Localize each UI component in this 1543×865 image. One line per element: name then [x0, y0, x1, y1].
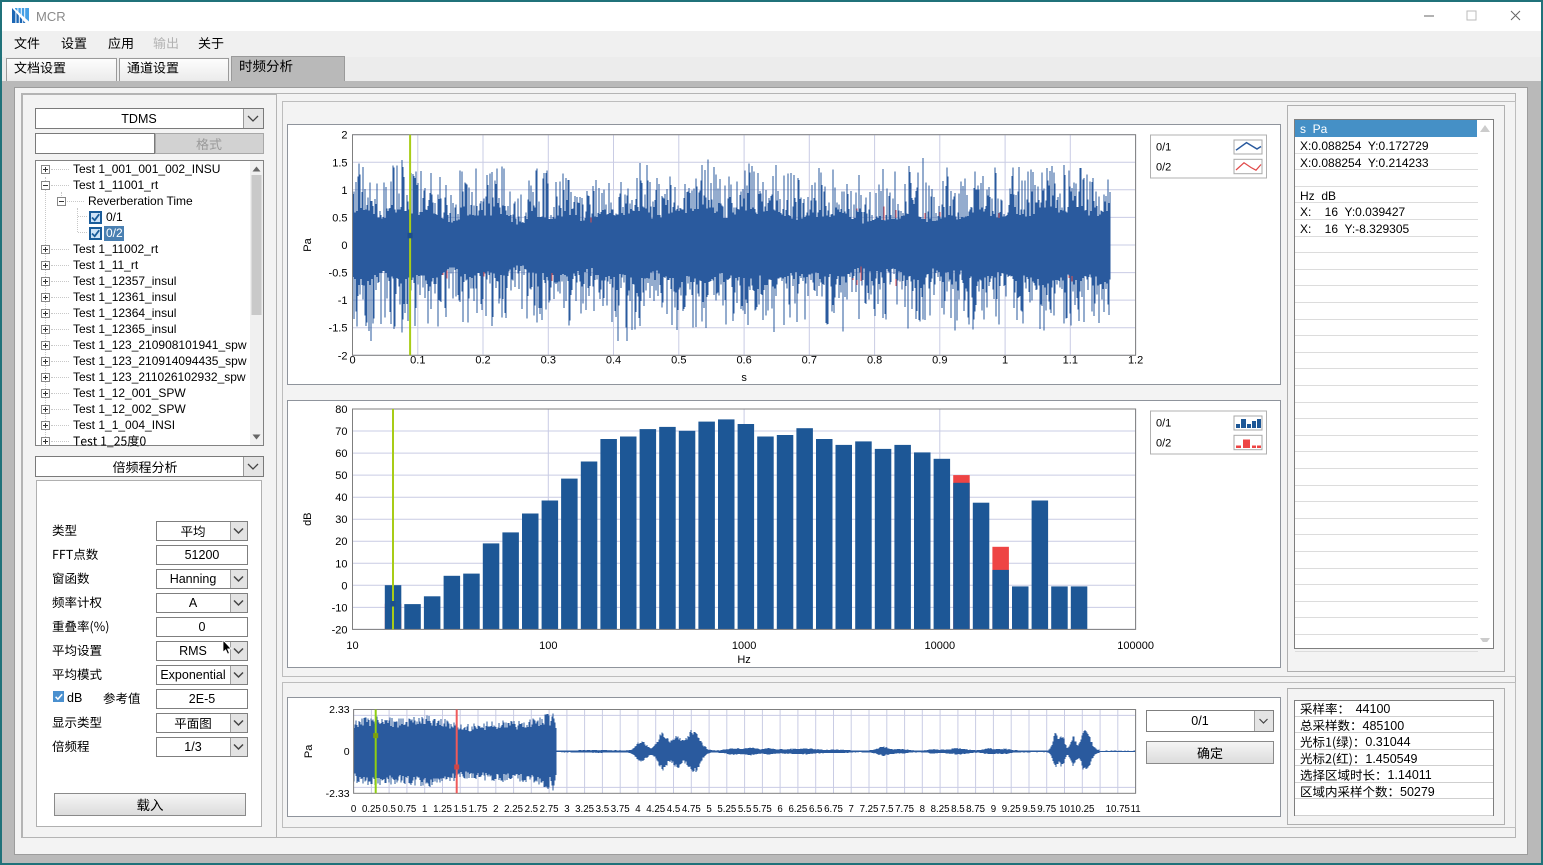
svg-text:1.25: 1.25: [433, 804, 452, 815]
svg-text:8.75: 8.75: [966, 804, 985, 815]
svg-text:60: 60: [335, 448, 347, 460]
svg-text:Hz: Hz: [737, 654, 750, 666]
svg-text:1.2: 1.2: [1128, 355, 1143, 367]
svg-text:dB: dB: [302, 512, 314, 525]
svg-text:2.25: 2.25: [504, 804, 523, 815]
svg-text:9: 9: [991, 804, 996, 815]
svg-text:1.5: 1.5: [332, 157, 347, 169]
svg-text:11: 11: [1131, 804, 1141, 815]
svg-text:7.75: 7.75: [895, 804, 914, 815]
svg-text:0.2: 0.2: [475, 355, 490, 367]
svg-text:1000: 1000: [732, 640, 756, 652]
svg-text:0.8: 0.8: [867, 355, 882, 367]
svg-text:0: 0: [351, 804, 357, 815]
svg-text:9.75: 9.75: [1037, 804, 1056, 815]
svg-text:40: 40: [335, 492, 347, 504]
svg-text:3.25: 3.25: [575, 804, 594, 815]
svg-text:2: 2: [493, 804, 498, 815]
svg-text:100: 100: [539, 640, 557, 652]
svg-text:3.75: 3.75: [611, 804, 630, 815]
svg-text:50: 50: [335, 470, 347, 482]
svg-text:7.25: 7.25: [860, 804, 879, 815]
svg-text:5.5: 5.5: [738, 804, 751, 815]
svg-text:10000: 10000: [925, 640, 956, 652]
svg-text:1: 1: [1002, 355, 1008, 367]
svg-text:2: 2: [341, 130, 347, 142]
svg-text:0.4: 0.4: [606, 355, 621, 367]
svg-text:0.1: 0.1: [410, 355, 425, 367]
svg-text:10: 10: [335, 558, 347, 570]
svg-text:8.25: 8.25: [931, 804, 950, 815]
svg-text:0/2: 0/2: [1156, 162, 1171, 174]
svg-text:-10: -10: [332, 602, 348, 614]
svg-text:1: 1: [422, 804, 427, 815]
svg-text:3: 3: [564, 804, 569, 815]
svg-text:5: 5: [706, 804, 711, 815]
svg-text:5.75: 5.75: [753, 804, 772, 815]
svg-text:20: 20: [335, 536, 347, 548]
svg-text:-1.5: -1.5: [329, 323, 348, 335]
svg-text:0.5: 0.5: [671, 355, 686, 367]
svg-text:0.9: 0.9: [932, 355, 947, 367]
svg-text:70: 70: [335, 426, 347, 438]
svg-text:2.5: 2.5: [525, 804, 538, 815]
svg-text:2.33: 2.33: [329, 704, 350, 716]
svg-text:4.75: 4.75: [682, 804, 701, 815]
svg-text:8.5: 8.5: [951, 804, 964, 815]
svg-text:30: 30: [335, 514, 347, 526]
svg-text:8: 8: [920, 804, 925, 815]
svg-text:1.5: 1.5: [453, 804, 466, 815]
svg-text:0: 0: [349, 355, 355, 367]
svg-text:0/2: 0/2: [1156, 438, 1171, 450]
svg-text:-1: -1: [338, 295, 348, 307]
svg-text:100000: 100000: [1117, 640, 1154, 652]
svg-text:Pa: Pa: [302, 237, 314, 251]
svg-text:6.25: 6.25: [788, 804, 807, 815]
svg-text:0.5: 0.5: [382, 804, 395, 815]
svg-text:0.25: 0.25: [362, 804, 381, 815]
svg-text:6: 6: [777, 804, 782, 815]
svg-text:1.75: 1.75: [469, 804, 488, 815]
svg-text:s: s: [741, 372, 747, 384]
svg-text:-2.33: -2.33: [326, 788, 350, 800]
svg-text:9.5: 9.5: [1022, 804, 1035, 815]
svg-text:6.75: 6.75: [824, 804, 843, 815]
svg-text:2.75: 2.75: [540, 804, 559, 815]
svg-text:0/1: 0/1: [1156, 142, 1171, 154]
svg-text:0/1: 0/1: [1156, 418, 1171, 430]
svg-text:10.25: 10.25: [1070, 804, 1094, 815]
svg-text:-20: -20: [332, 624, 348, 636]
svg-text:-0.5: -0.5: [329, 268, 348, 280]
svg-text:0.3: 0.3: [541, 355, 556, 367]
svg-text:5.25: 5.25: [717, 804, 736, 815]
svg-text:-2: -2: [338, 350, 348, 362]
svg-text:0: 0: [341, 240, 347, 252]
svg-text:0.6: 0.6: [736, 355, 751, 367]
svg-text:7: 7: [849, 804, 854, 815]
svg-text:9.25: 9.25: [1002, 804, 1021, 815]
svg-text:10: 10: [346, 640, 358, 652]
svg-text:0: 0: [344, 746, 350, 758]
svg-text:0.5: 0.5: [332, 212, 347, 224]
svg-text:0: 0: [341, 580, 347, 592]
svg-text:3.5: 3.5: [596, 804, 609, 815]
svg-text:0.7: 0.7: [802, 355, 817, 367]
svg-text:10.75: 10.75: [1106, 804, 1130, 815]
svg-text:4.25: 4.25: [646, 804, 665, 815]
svg-text:10: 10: [1059, 804, 1070, 815]
svg-text:4.5: 4.5: [667, 804, 680, 815]
svg-text:6.5: 6.5: [809, 804, 822, 815]
svg-text:1.1: 1.1: [1063, 355, 1078, 367]
svg-text:0.75: 0.75: [397, 804, 416, 815]
svg-text:1: 1: [341, 185, 347, 197]
svg-text:7.5: 7.5: [880, 804, 893, 815]
svg-text:80: 80: [335, 404, 347, 416]
svg-text:4: 4: [635, 804, 641, 815]
svg-text:Pa: Pa: [303, 744, 315, 758]
